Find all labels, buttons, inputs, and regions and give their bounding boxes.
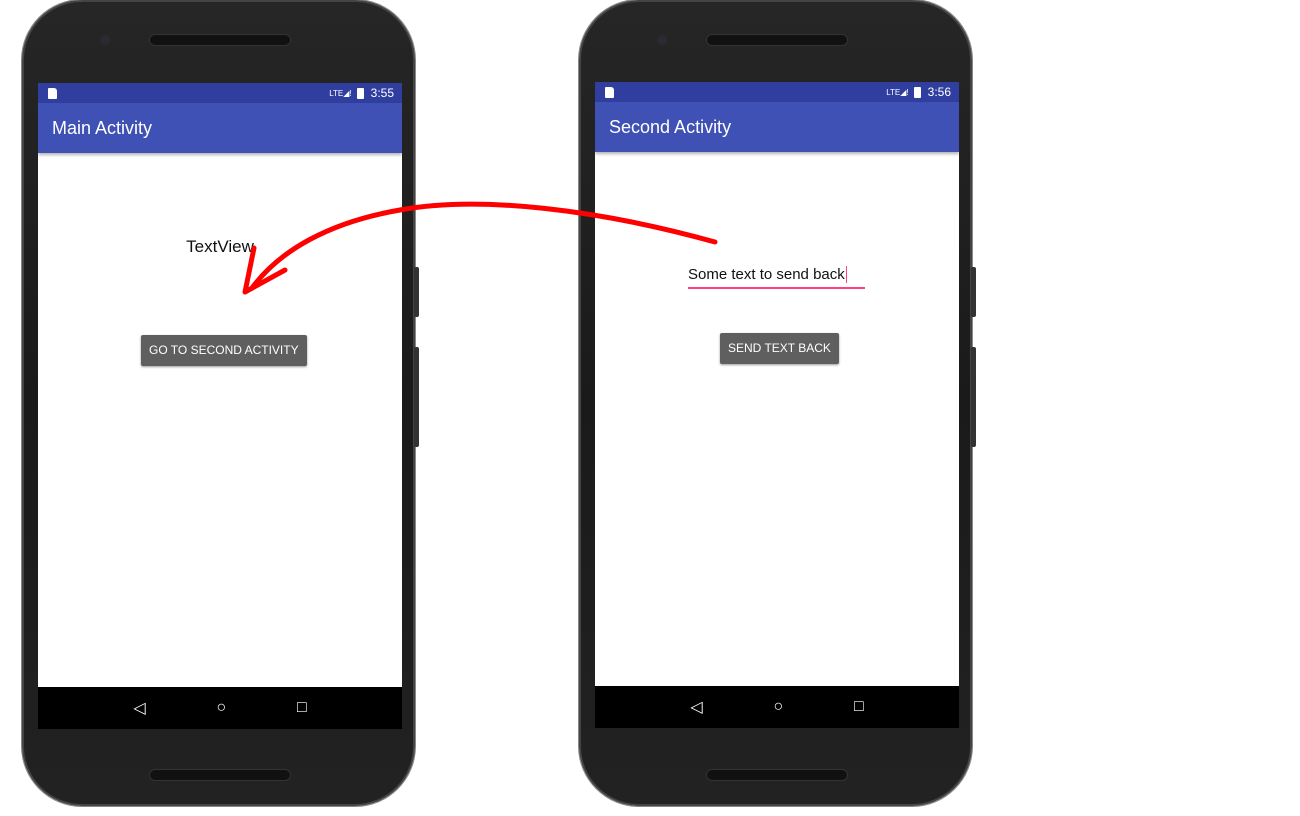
arrow-annotation — [242, 201, 718, 295]
arrow-curve — [249, 201, 718, 291]
